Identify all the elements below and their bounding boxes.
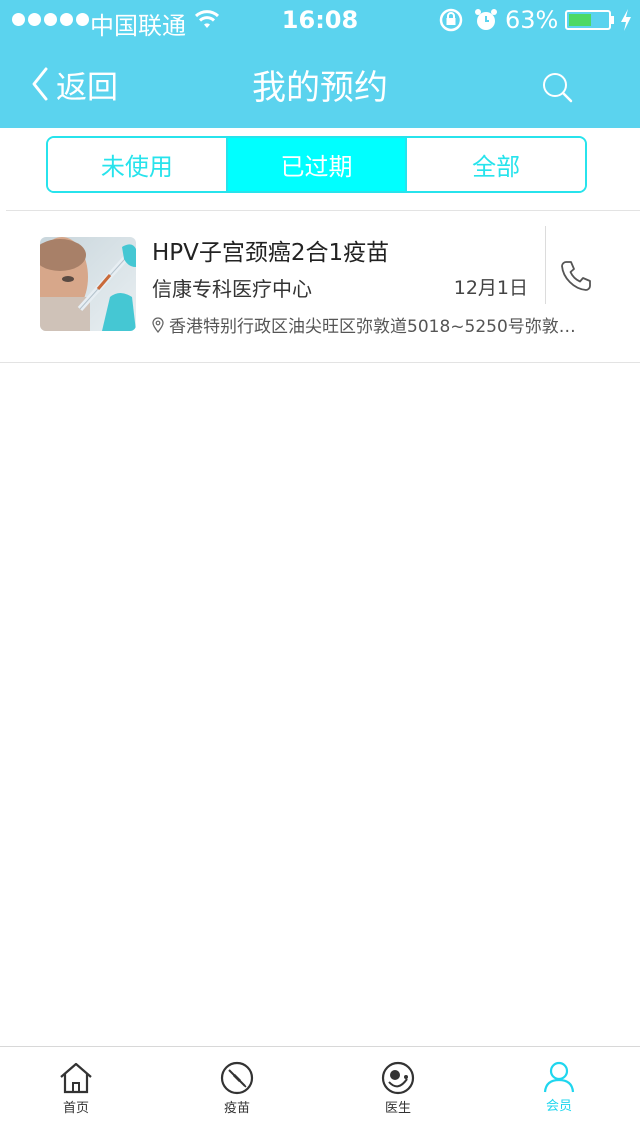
appointment-date: 12月1日 xyxy=(453,277,528,299)
tabbar-item-vaccine[interactable]: 疫苗 xyxy=(177,1061,297,1116)
member-icon xyxy=(543,1061,575,1093)
divider xyxy=(545,226,546,304)
tabbar-label: 医生 xyxy=(384,1101,411,1116)
battery-tip xyxy=(611,16,614,24)
tab-expired[interactable]: 已过期 xyxy=(225,138,406,191)
address-text: 香港特别行政区油尖旺区弥敦道5018~5250号弥敦道中心 xyxy=(169,317,584,337)
search-button[interactable] xyxy=(540,70,576,110)
tabbar-label: 首页 xyxy=(62,1101,89,1116)
tabbar-label: 疫苗 xyxy=(223,1101,250,1116)
syringe-icon xyxy=(220,1061,254,1095)
search-icon xyxy=(543,73,573,103)
battery-icon xyxy=(565,10,611,30)
rotation-lock-icon xyxy=(438,8,464,36)
tab-all[interactable]: 全部 xyxy=(405,138,585,191)
alarm-icon xyxy=(474,8,498,36)
tab-unused[interactable]: 未使用 xyxy=(48,138,226,191)
status-bar: 中国联通 16:08 63% xyxy=(0,0,640,40)
status-filter-tabs: 未使用 已过期 全部 xyxy=(46,136,587,193)
bottom-tab-bar: 首页 疫苗 医生 会员 xyxy=(0,1046,640,1136)
phone-icon xyxy=(561,261,591,291)
call-button[interactable] xyxy=(559,259,593,297)
doctor-icon xyxy=(381,1061,415,1095)
charging-icon xyxy=(619,8,633,36)
location-pin-icon xyxy=(152,316,164,333)
vaccine-name: HPV子宫颈癌2合1疫苗 xyxy=(152,240,390,266)
tabbar-item-member[interactable]: 会员 xyxy=(499,1061,619,1114)
vaccine-photo xyxy=(40,237,136,331)
tabbar-item-doctor[interactable]: 医生 xyxy=(338,1061,458,1116)
clinic-name: 信康专科医疗中心 xyxy=(152,277,312,301)
battery-level xyxy=(569,14,592,26)
clinic-address: 香港特别行政区油尖旺区弥敦道5018~5250号弥敦道中心 xyxy=(152,312,584,337)
tabbar-item-home[interactable]: 首页 xyxy=(16,1061,136,1116)
navigation-bar: 返回 我的预约 xyxy=(0,40,640,128)
appointment-card[interactable]: HPV子宫颈癌2合1疫苗 信康专科医疗中心 12月1日 香港特别行政区油尖旺区弥… xyxy=(0,211,640,363)
home-icon xyxy=(60,1062,92,1094)
tabbar-label: 会员 xyxy=(545,1099,572,1114)
battery-percent: 63% xyxy=(505,6,559,34)
